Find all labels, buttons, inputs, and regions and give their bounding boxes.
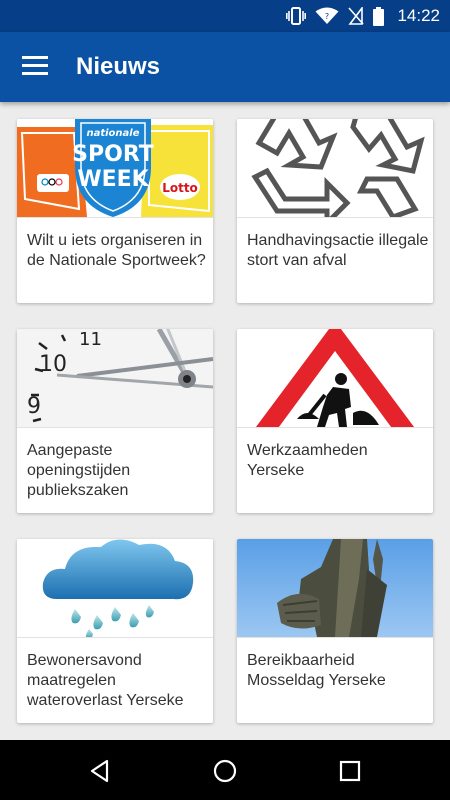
news-card-title: Bereikbaarheid Mosseldag Yerseke <box>247 652 386 689</box>
wifi-icon: ? <box>315 7 339 24</box>
nationale-sportweek-image: nationale SPORT WEEK Lotto <box>17 119 213 217</box>
clock-numeral-10: 10 <box>39 352 67 377</box>
clock-numeral-9: 9 <box>27 394 41 419</box>
page-title: Nieuws <box>76 53 161 80</box>
sportweek-logo-text-2: SPORT <box>72 142 154 167</box>
clock-numeral-11: 11 <box>79 329 102 350</box>
news-card-title: Handhavingsactie illegale stort van afva… <box>247 232 429 269</box>
news-card-sportweek[interactable]: nationale SPORT WEEK Lotto Wilt u iets o… <box>17 119 213 303</box>
news-card-werkzaamheden[interactable]: Werkzaamheden Yerseke <box>237 329 433 513</box>
news-card-title: Aangepaste openingstijden publiekszaken <box>27 442 131 499</box>
road-works-sign-image <box>237 329 433 427</box>
rain-cloud-image <box>17 539 213 637</box>
lotto-logo-text: Lotto <box>162 181 198 195</box>
card-divider <box>17 637 213 638</box>
recents-icon[interactable] <box>337 758 363 784</box>
recycle-symbol-image <box>237 119 433 217</box>
news-card-title: Werkzaamheden Yerseke <box>247 442 368 479</box>
news-card-title: Wilt u iets organiseren in de Nationale … <box>27 232 206 269</box>
news-card-openingstijden[interactable]: 11 10 9 Aangepaste openingstijden publie… <box>17 329 213 513</box>
status-bar: ? 14:22 <box>0 0 450 32</box>
vibrate-icon <box>286 7 307 25</box>
back-icon[interactable] <box>87 758 113 784</box>
clock: 14:22 <box>397 6 440 25</box>
news-card-wateroverlast[interactable]: Bewonersavond maatregelen wateroverlast … <box>17 539 213 723</box>
home-icon[interactable] <box>212 758 238 784</box>
battery-icon <box>373 6 385 26</box>
card-divider <box>237 217 433 218</box>
news-card-mosseldag[interactable]: Bereikbaarheid Mosseldag Yerseke <box>237 539 433 723</box>
app-bar: Nieuws <box>0 32 450 102</box>
status-icons: ? 14:22 <box>286 0 440 32</box>
card-divider <box>17 217 213 218</box>
card-divider <box>237 427 433 428</box>
hamburger-menu-icon[interactable] <box>22 56 48 76</box>
card-divider <box>17 427 213 428</box>
no-sim-icon <box>348 7 365 25</box>
clock-face-image: 11 10 9 <box>17 329 213 427</box>
news-card-title: Bewonersavond maatregelen wateroverlast … <box>27 652 184 709</box>
fisherman-statue-image <box>237 539 433 637</box>
card-divider <box>237 637 433 638</box>
news-card-handhaving[interactable]: Handhavingsactie illegale stort van afva… <box>237 119 433 303</box>
navigation-bar <box>0 740 450 800</box>
sportweek-logo-text-1: nationale <box>86 128 139 139</box>
svg-text:?: ? <box>325 12 329 21</box>
sportweek-logo-text-3: WEEK <box>77 167 149 192</box>
